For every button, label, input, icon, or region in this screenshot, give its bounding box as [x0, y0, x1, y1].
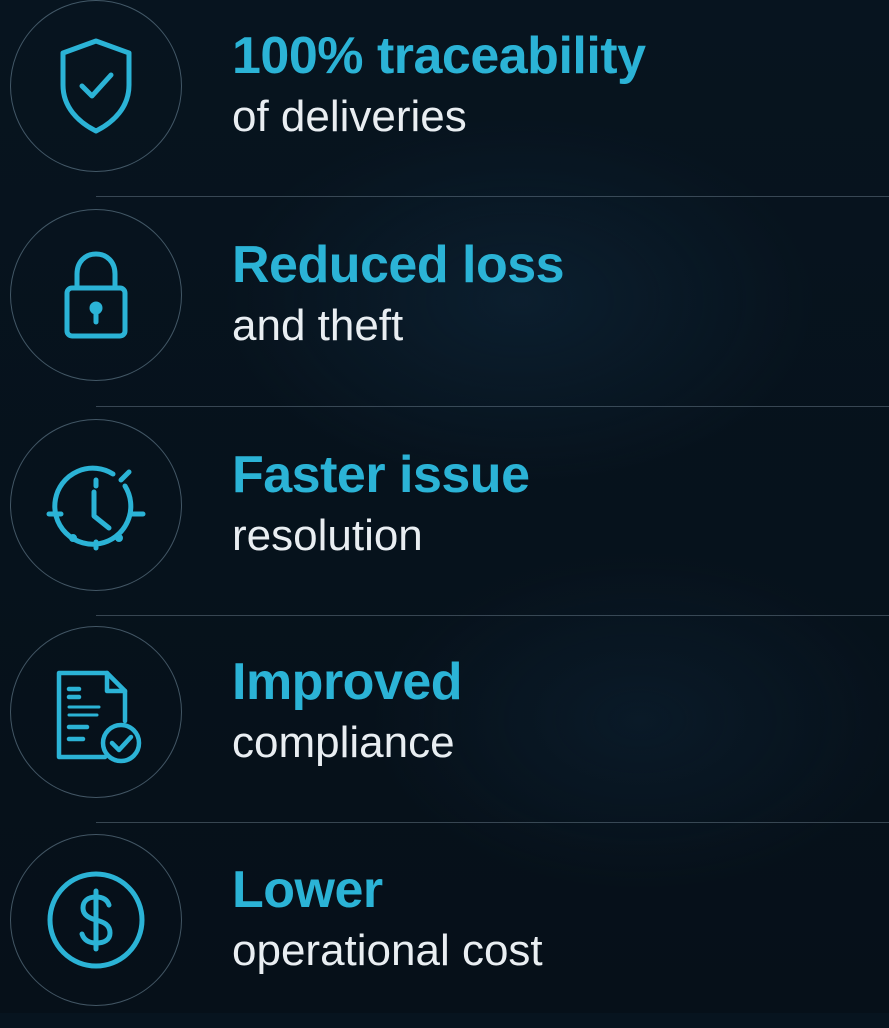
- shield-check-icon: [60, 38, 132, 134]
- icon-ring: [10, 626, 182, 798]
- dollar-coin-icon: [47, 871, 145, 969]
- benefit-subline: of deliveries: [232, 92, 467, 141]
- icon-ring: [10, 0, 182, 172]
- benefit-text: Faster issue resolution: [232, 443, 872, 565]
- stopwatch-icon: [46, 465, 146, 551]
- benefit-headline: Faster issue: [232, 446, 530, 504]
- benefit-subline: and theft: [232, 301, 404, 350]
- benefit-headline: 100% traceability: [232, 27, 646, 85]
- benefit-list: 100% traceability of deliveries Reduced …: [0, 0, 889, 1013]
- benefit-text: 100% traceability of deliveries: [232, 24, 872, 146]
- padlock-icon: [64, 251, 128, 339]
- benefit-item-reduced-loss: Reduced loss and theft: [0, 203, 889, 403]
- benefit-subline: resolution: [232, 511, 423, 560]
- benefit-item-faster-resolution: Faster issue resolution: [0, 413, 889, 613]
- benefit-text: Reduced loss and theft: [232, 233, 872, 355]
- document-check-icon: [56, 670, 142, 764]
- benefit-subline: operational cost: [232, 926, 543, 975]
- benefit-item-compliance: Improved compliance: [0, 620, 889, 820]
- divider: [96, 822, 889, 823]
- icon-ring: [10, 419, 182, 591]
- divider: [96, 406, 889, 407]
- benefit-subline: compliance: [232, 718, 455, 767]
- benefit-text: Improved compliance: [232, 650, 872, 772]
- divider: [96, 196, 889, 197]
- benefit-item-lower-cost: Lower operational cost: [0, 828, 889, 1028]
- divider: [96, 615, 889, 616]
- benefit-headline: Improved: [232, 653, 463, 711]
- benefit-item-traceability: 100% traceability of deliveries: [0, 0, 889, 194]
- benefit-headline: Lower: [232, 861, 383, 919]
- icon-ring: [10, 209, 182, 381]
- benefit-text: Lower operational cost: [232, 858, 872, 980]
- benefit-headline: Reduced loss: [232, 236, 565, 294]
- icon-ring: [10, 834, 182, 1006]
